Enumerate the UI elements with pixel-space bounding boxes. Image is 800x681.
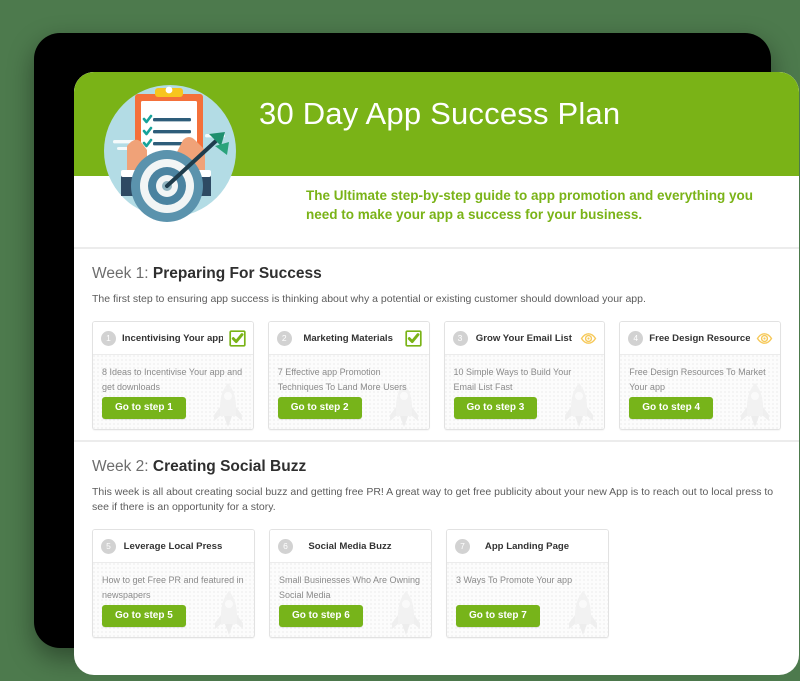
step-number-badge: 6: [278, 538, 293, 554]
week-description: This week is all about creating social b…: [92, 486, 774, 513]
step-card-header: 4 Free Design Resources: [620, 322, 780, 355]
go-to-step-button[interactable]: Go to step 3: [453, 397, 538, 419]
step-card-body: 7 Effective app Promotion Techniques To …: [268, 355, 429, 429]
page-header: 30 Day App Success Plan The Ultimate ste…: [74, 72, 799, 247]
step-card-header: 5 Leverage Local Press: [93, 530, 254, 563]
week-label: Week 2:: [92, 458, 149, 475]
step-card[interactable]: 7 App Landing Page 3 Ways To Promote Your …: [446, 529, 609, 638]
step-card-description: How to get Free PR and featured in newsp…: [102, 575, 244, 600]
week-title: Preparing For Success: [152, 265, 322, 282]
step-card-header: 6 Social Media Buzz: [270, 530, 431, 563]
week-heading: Week 1: Preparing For Success: [92, 265, 781, 283]
step-card-body: Small Businesses Who Are Owning Social M…: [270, 563, 431, 637]
go-to-step-button[interactable]: Go to step 2: [277, 397, 362, 419]
step-card-description: 8 Ideas to Incentivise Your app and get …: [102, 367, 243, 392]
step-card[interactable]: 5 Leverage Local Press How to get Free PR …: [92, 529, 255, 638]
step-number-badge: 2: [276, 330, 292, 346]
go-to-step-button[interactable]: Go to step 6: [279, 605, 363, 627]
week-section: Week 2: Creating Social Buzz This week is…: [74, 442, 799, 648]
step-card-header: 7 App Landing Page: [447, 530, 608, 563]
step-number-badge: 5: [101, 538, 116, 554]
step-number-badge: 1: [101, 330, 116, 346]
step-card-description: 7 Effective app Promotion Techniques To …: [277, 367, 407, 392]
go-to-step-button[interactable]: Go to step 5: [102, 605, 186, 627]
eye-icon[interactable]: [580, 330, 597, 347]
go-to-step-button[interactable]: Go to step 7: [456, 605, 540, 627]
step-card-title: Social Media Buzz: [308, 540, 392, 552]
step-card-header: 2 Marketing Materials: [268, 322, 429, 355]
week-section: Week 1: Preparing For Success The first s…: [74, 249, 799, 440]
step-card-header: 3 Grow Your Email List: [444, 322, 605, 355]
page-title: 30 Day App Success Plan: [259, 96, 621, 131]
sections-root: Week 1: Preparing For Success The first s…: [74, 249, 799, 648]
step-card-title: Free Design Resources: [649, 332, 750, 344]
step-card-body: How to get Free PR and featured in newsp…: [93, 563, 254, 637]
step-card-body: 3 Ways To Promote Your app Go to step 7: [447, 563, 608, 637]
go-to-step-button[interactable]: Go to step 4: [629, 397, 714, 419]
page-subtitle: The Ultimate step-by-step guide to app p…: [306, 188, 754, 222]
step-card[interactable]: 3 Grow Your Email List 10 Simple Ways to B…: [443, 321, 606, 430]
step-card-title: Marketing Materials: [303, 332, 393, 344]
step-card-body: Free Design Resources To Market Your app…: [620, 355, 780, 429]
step-card-grid: 5 Leverage Local Press How to get Free PR …: [92, 529, 781, 638]
step-card-title: Leverage Local Press: [123, 540, 223, 552]
checkbox-checked-icon[interactable]: [229, 329, 246, 347]
step-card-description: 3 Ways To Promote Your app: [456, 575, 573, 585]
eye-icon[interactable]: [756, 330, 773, 347]
device-frame: 30 Day App Success Plan The Ultimate ste…: [34, 33, 799, 675]
step-card[interactable]: 2 Marketing Materials 7 Effective app Prom…: [267, 321, 430, 430]
step-card[interactable]: 6 Social Media Buzz Small Businesses Who A…: [269, 529, 432, 638]
week-heading: Week 2: Creating Social Buzz: [92, 458, 781, 476]
step-card-description: 10 Simple Ways to Build Your Email List …: [453, 367, 572, 392]
week-label: Week 1:: [92, 265, 149, 282]
go-to-step-button[interactable]: Go to step 1: [102, 397, 186, 419]
screen: 30 Day App Success Plan The Ultimate ste…: [74, 72, 799, 675]
step-card-grid: 1 Incentivising Your app 8 Ideas to Incent…: [92, 321, 781, 430]
step-card[interactable]: 1 Incentivising Your app 8 Ideas to Incent…: [92, 321, 254, 430]
step-card-description: Free Design Resources To Market Your app: [629, 367, 766, 392]
step-number-badge: 7: [455, 538, 470, 554]
rocket-icon: [566, 589, 600, 637]
step-number-badge: 4: [628, 330, 644, 346]
week-title: Creating Social Buzz: [152, 458, 307, 475]
checkbox-checked-icon[interactable]: [404, 329, 422, 347]
step-card-body: 8 Ideas to Incentivise Your app and get …: [93, 355, 253, 429]
step-card-title: App Landing Page: [484, 540, 570, 552]
clipboard-target-illustration: [97, 78, 243, 224]
step-card[interactable]: 4 Free Design Resources Free Design Resour…: [619, 321, 781, 430]
step-card-description: Small Businesses Who Are Owning Social M…: [279, 575, 421, 600]
step-card-header: 1 Incentivising Your app: [93, 322, 253, 355]
week-description: The first step to ensuring app success i…: [92, 293, 646, 305]
step-number-badge: 3: [452, 330, 468, 346]
step-card-title: Incentivising Your app: [122, 332, 223, 344]
step-card-title: Grow Your Email List: [475, 332, 572, 344]
step-card-body: 10 Simple Ways to Build Your Email List …: [444, 355, 605, 429]
